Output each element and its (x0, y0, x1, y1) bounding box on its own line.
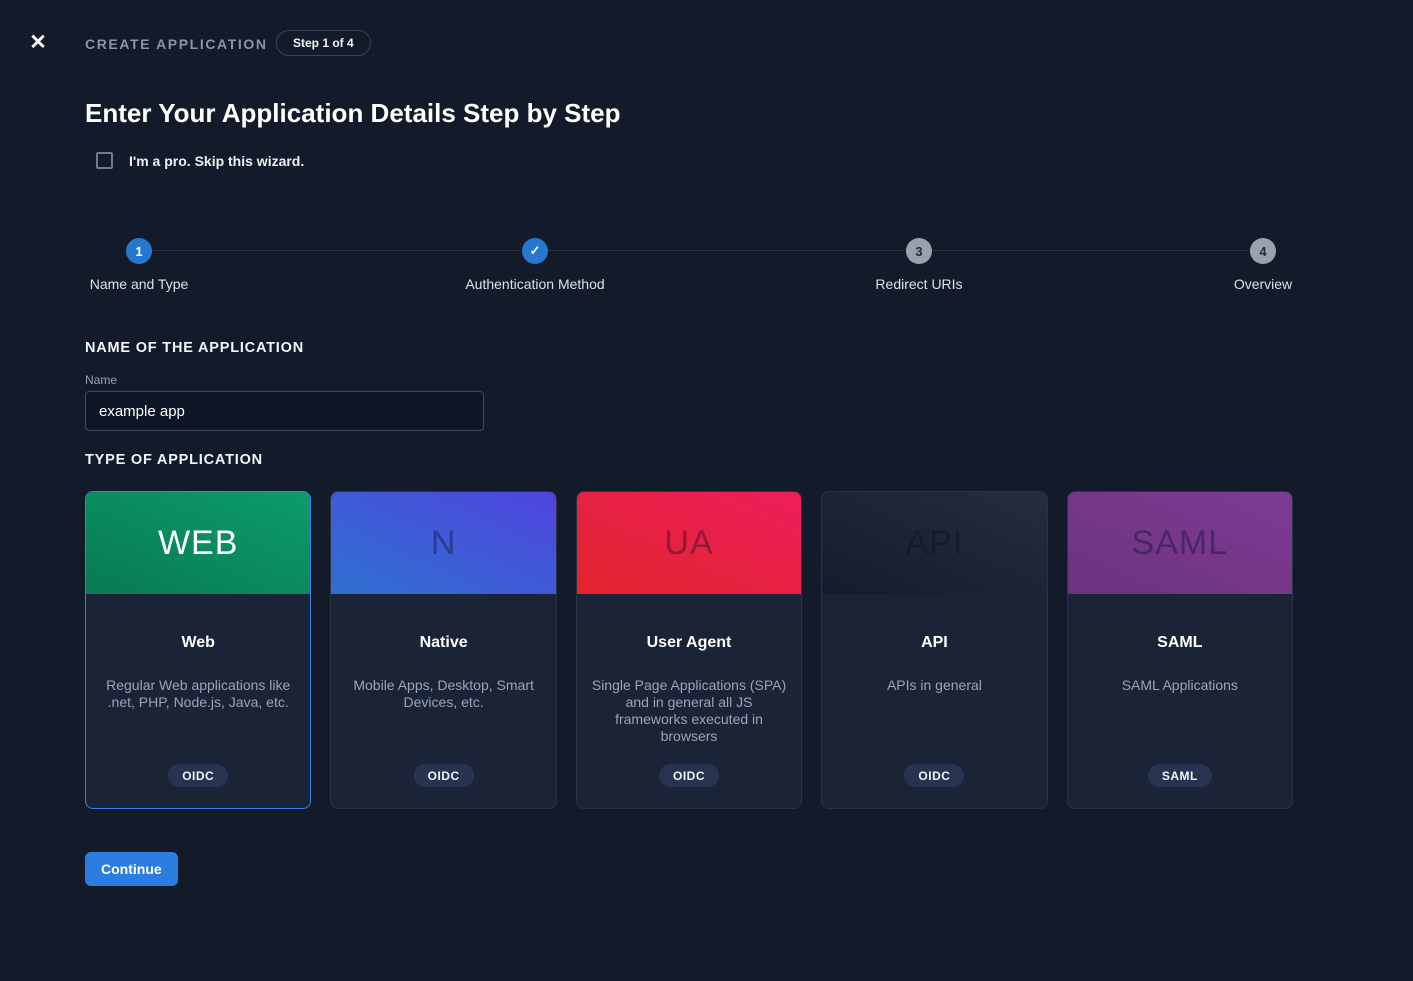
page-title: CREATE APPLICATION (85, 36, 268, 52)
type-card-web[interactable]: WEB Web Regular Web applications like .n… (85, 491, 311, 809)
protocol-badge: SAML (1148, 764, 1212, 787)
card-title: SAML (1068, 634, 1292, 652)
type-card-saml[interactable]: SAML SAML SAML Applications SAML (1067, 491, 1293, 809)
step-label: Name and Type (90, 276, 189, 292)
type-card-api[interactable]: API API APIs in general OIDC (821, 491, 1047, 809)
type-card-native[interactable]: N Native Mobile Apps, Desktop, Smart Dev… (330, 491, 556, 809)
type-card-user-agent[interactable]: UA User Agent Single Page Applications (… (576, 491, 802, 809)
stepper-step-redirect-uris[interactable]: 3 Redirect URIs (809, 238, 1029, 292)
skip-wizard-label: I'm a pro. Skip this wizard. (129, 153, 304, 169)
step-label: Redirect URIs (875, 276, 962, 292)
step-badge: Step 1 of 4 (276, 30, 371, 56)
skip-wizard-checkbox[interactable] (96, 152, 113, 169)
step-number-3: 3 (906, 238, 932, 264)
step-number-1: 1 (126, 238, 152, 264)
type-section-title: TYPE OF APPLICATION (85, 452, 263, 468)
protocol-badge: OIDC (659, 764, 719, 787)
api-banner: API (822, 492, 1046, 594)
stepper-step-authentication-method[interactable]: ✓ Authentication Method (425, 238, 645, 292)
stepper-step-name-and-type[interactable]: 1 Name and Type (29, 238, 249, 292)
protocol-badge: OIDC (414, 764, 474, 787)
continue-button[interactable]: Continue (85, 852, 178, 886)
card-title: API (822, 634, 1046, 652)
card-description: Single Page Applications (SPA) and in ge… (589, 677, 789, 745)
card-description: SAML Applications (1080, 677, 1280, 694)
web-banner: WEB (86, 492, 310, 594)
card-description: Regular Web applications like .net, PHP,… (98, 677, 298, 711)
step-number-4: 4 (1250, 238, 1276, 264)
user-agent-banner: UA (577, 492, 801, 594)
check-icon: ✓ (522, 238, 548, 264)
name-section-title: NAME OF THE APPLICATION (85, 340, 304, 356)
card-description: APIs in general (834, 677, 1034, 694)
step-label: Authentication Method (465, 276, 604, 292)
name-field-label: Name (85, 373, 117, 387)
skip-wizard-row[interactable]: I'm a pro. Skip this wizard. (96, 152, 304, 169)
stepper-step-overview[interactable]: 4 Overview (1153, 238, 1373, 292)
step-label: Overview (1234, 276, 1292, 292)
protocol-badge: OIDC (168, 764, 228, 787)
native-banner: N (331, 492, 555, 594)
wizard-heading: Enter Your Application Details Step by S… (85, 98, 621, 129)
saml-banner: SAML (1068, 492, 1292, 594)
create-application-wizard: ✕ CREATE APPLICATION Step 1 of 4 Enter Y… (0, 0, 1413, 981)
application-name-input[interactable] (85, 391, 484, 431)
application-type-cards: WEB Web Regular Web applications like .n… (85, 491, 1293, 809)
protocol-badge: OIDC (904, 764, 964, 787)
card-title: Native (331, 634, 555, 652)
card-title: Web (86, 634, 310, 652)
close-icon[interactable]: ✕ (24, 28, 52, 56)
card-description: Mobile Apps, Desktop, Smart Devices, etc… (343, 677, 543, 711)
card-title: User Agent (577, 634, 801, 652)
